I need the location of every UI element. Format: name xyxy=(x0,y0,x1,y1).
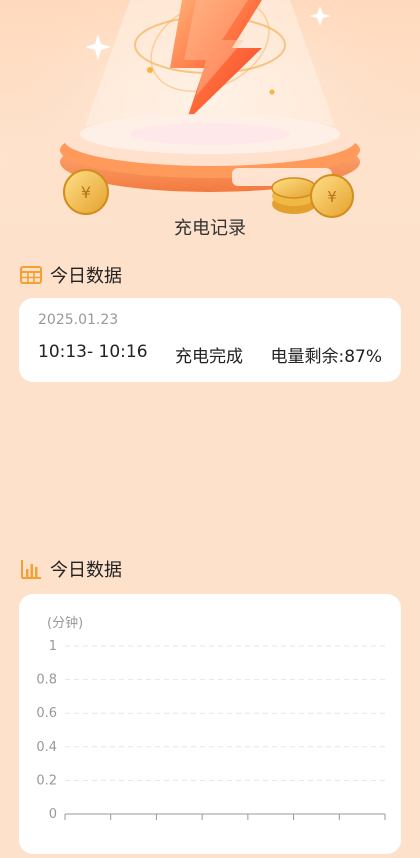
y-tick-label: 0.6 xyxy=(36,706,57,721)
table-icon xyxy=(20,266,42,284)
today-section-title: 今日数据 xyxy=(50,266,122,287)
chart-section-header: 今日数据 xyxy=(20,556,122,582)
y-tick-label: 0.2 xyxy=(36,773,57,788)
svg-text:¥: ¥ xyxy=(327,188,337,206)
y-tick-label: 0 xyxy=(49,807,57,822)
record-remaining: 电量剩余:87% xyxy=(270,347,382,367)
charge-record-card[interactable]: 2025.01.23 10:13- 10:16 充电完成 电量剩余:87% xyxy=(19,298,401,382)
y-tick-label: 1 xyxy=(49,639,57,654)
bar-chart-icon xyxy=(21,560,41,579)
chart-unit-label: (分钟) xyxy=(47,616,84,631)
chart-section-title: 今日数据 xyxy=(50,560,122,581)
coin-icon: ¥ xyxy=(63,169,109,215)
y-tick-label: 0.4 xyxy=(36,740,57,755)
record-status: 充电完成 xyxy=(175,347,243,367)
charging-platform-illustration: ¥ ¥ xyxy=(0,0,420,245)
hero-banner: ¥ ¥ 充电记录 xyxy=(0,0,420,245)
today-section-header: 今日数据 xyxy=(20,262,122,288)
usage-chart: 1 0.8 0.6 0.4 0.2 0 xyxy=(36,639,386,822)
page-title: 充电记录 xyxy=(174,218,246,239)
svg-text:¥: ¥ xyxy=(81,183,91,202)
y-tick-label: 0.8 xyxy=(36,673,57,688)
chart-card: (分钟) 1 0.8 0.6 0.4 0.2 0 xyxy=(19,594,401,854)
record-time-range: 10:13- 10:16 xyxy=(38,342,148,362)
record-date: 2025.01.23 xyxy=(38,312,119,328)
